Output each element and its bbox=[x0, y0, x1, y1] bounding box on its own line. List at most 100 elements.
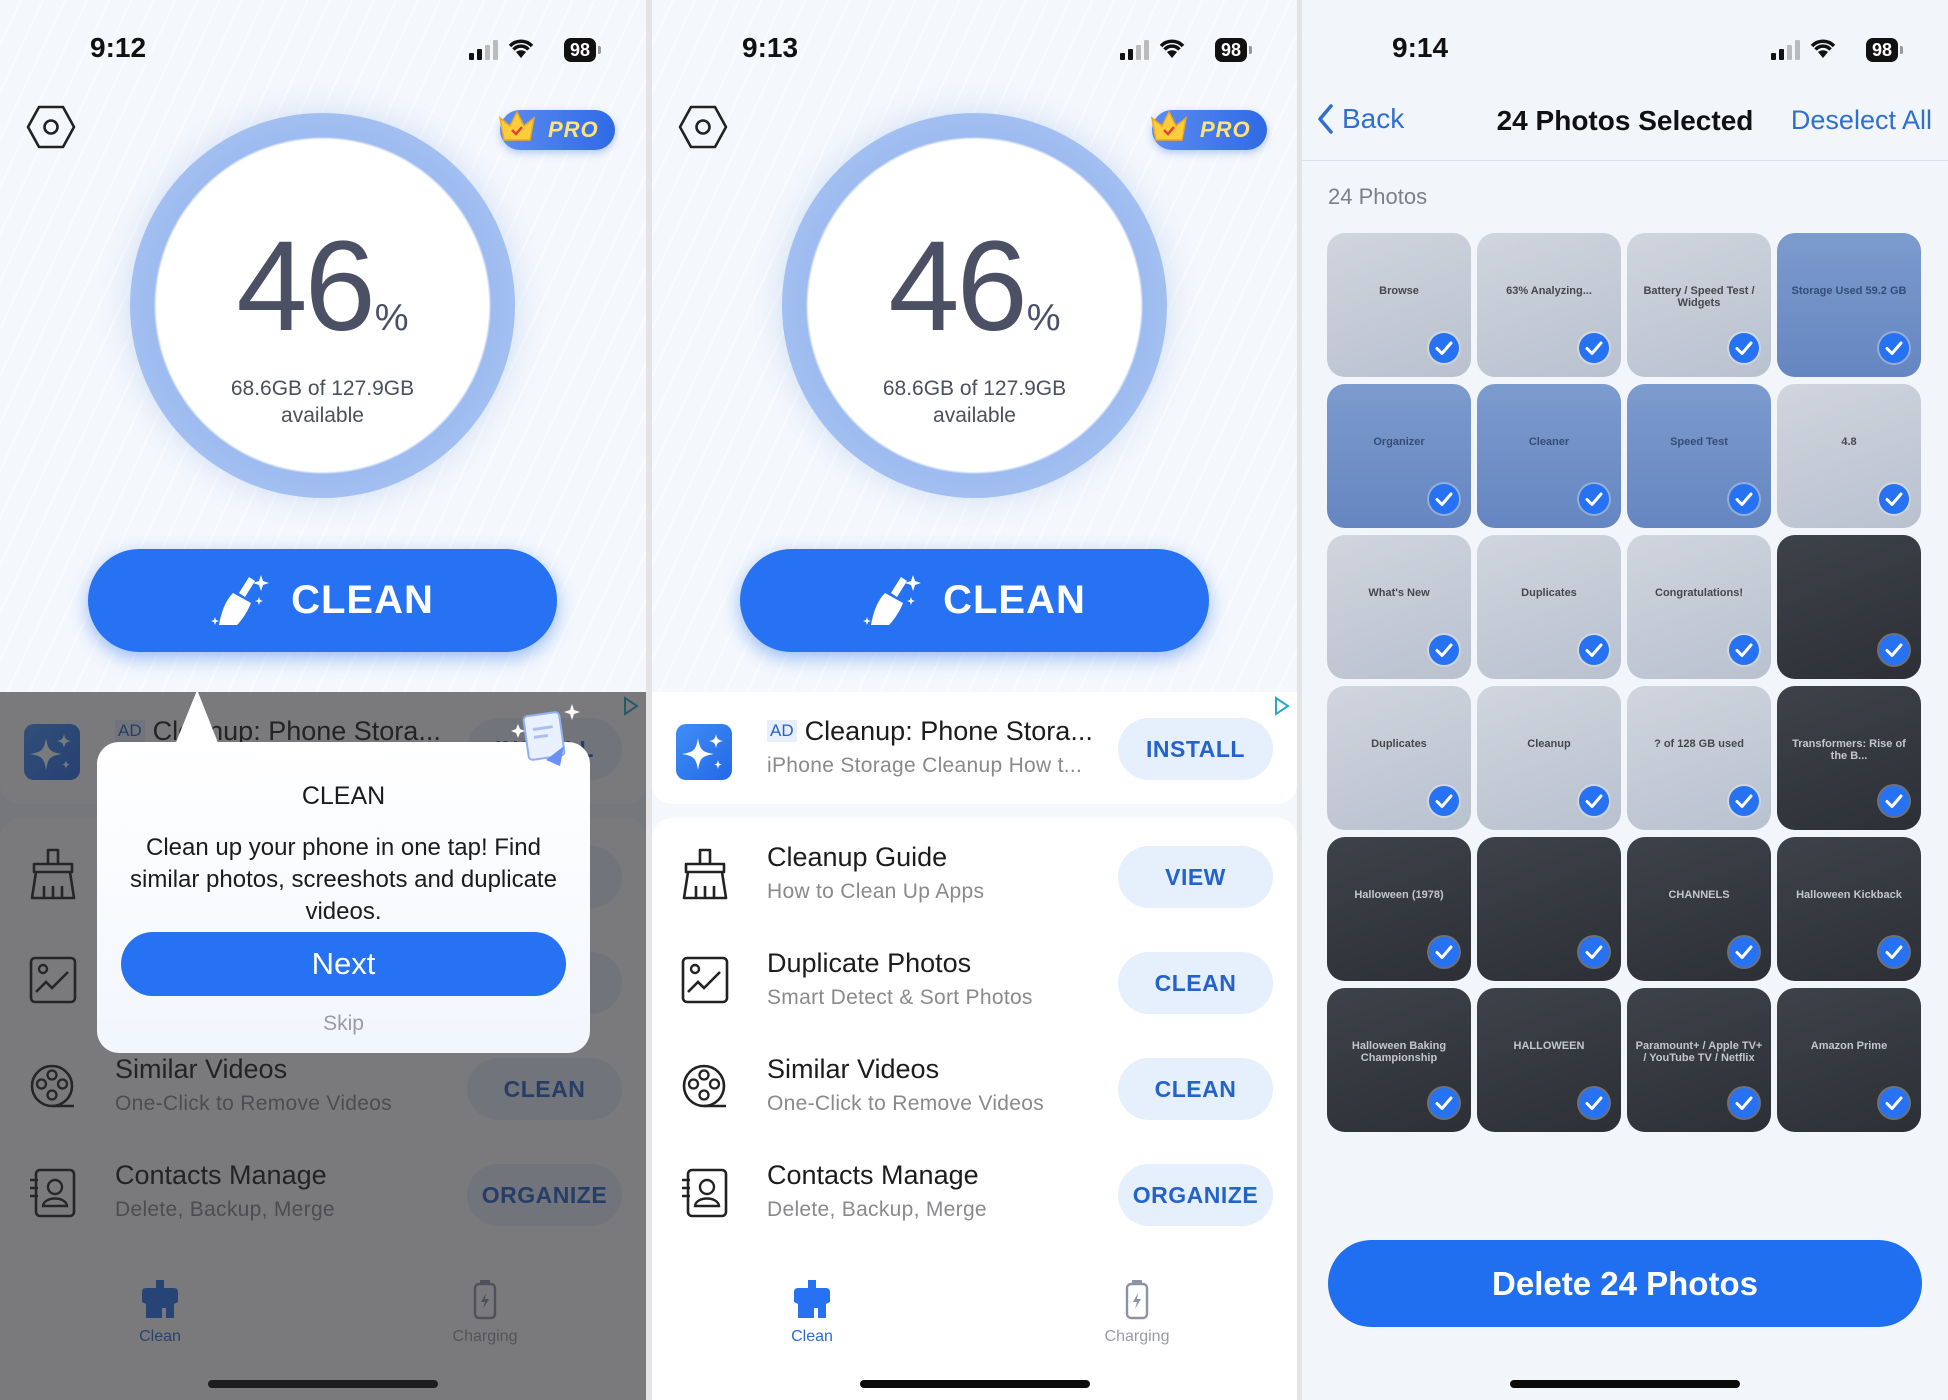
film-reel-icon bbox=[678, 1058, 732, 1114]
photo-thumbnail[interactable]: 4.8 bbox=[1777, 384, 1921, 528]
feature-row[interactable]: Cleanup Guide How to Clean Up Apps VIEW bbox=[652, 824, 1297, 924]
crown-icon bbox=[1150, 110, 1188, 141]
photo-thumbnail[interactable]: HALLOWEEN bbox=[1477, 988, 1621, 1132]
storage-detail-amount: 68.6GB of 127.9GB bbox=[230, 377, 415, 400]
clean-button-label: CLEAN bbox=[291, 578, 434, 622]
checkmark-icon[interactable] bbox=[1729, 786, 1759, 816]
feature-action-button[interactable]: CLEAN bbox=[1118, 952, 1273, 1014]
install-button[interactable]: INSTALL bbox=[1118, 718, 1273, 780]
checkmark-icon[interactable] bbox=[1729, 1088, 1759, 1118]
checkmark-icon[interactable] bbox=[1429, 484, 1459, 514]
settings-icon[interactable] bbox=[26, 104, 76, 150]
photo-thumbnail[interactable]: Duplicates bbox=[1477, 535, 1621, 679]
checkmark-icon[interactable] bbox=[1879, 333, 1909, 363]
clean-button[interactable]: CLEAN bbox=[740, 549, 1209, 652]
photo-thumbnail[interactable]: CHANNELS bbox=[1627, 837, 1771, 981]
feature-subtitle: One-Click to Remove Videos bbox=[767, 1092, 1045, 1115]
checkmark-icon[interactable] bbox=[1579, 1088, 1609, 1118]
storage-percent: 46% bbox=[782, 213, 1167, 360]
home-indicator bbox=[1510, 1380, 1740, 1388]
checkmark-icon[interactable] bbox=[1429, 937, 1459, 967]
photo-thumbnail[interactable]: Duplicates bbox=[1327, 686, 1471, 830]
checkmark-icon[interactable] bbox=[1429, 786, 1459, 816]
checkmark-icon[interactable] bbox=[1579, 333, 1609, 363]
status-bar: 9:12 98 bbox=[0, 28, 646, 68]
checkmark-icon[interactable] bbox=[1579, 937, 1609, 967]
checkmark-icon[interactable] bbox=[1729, 635, 1759, 665]
feature-subtitle: How to Clean Up Apps bbox=[767, 880, 985, 903]
checkmark-icon[interactable] bbox=[1879, 484, 1909, 514]
deselect-all-button[interactable]: Deselect All bbox=[1791, 105, 1932, 136]
delete-photos-button[interactable]: Delete 24 Photos bbox=[1328, 1240, 1922, 1327]
photo-thumbnail[interactable]: Organizer bbox=[1327, 384, 1471, 528]
photo-thumbnail[interactable]: Paramount+ / Apple TV+ / YouTube TV / Ne… bbox=[1627, 988, 1771, 1132]
checkmark-icon[interactable] bbox=[1729, 333, 1759, 363]
checkmark-icon[interactable] bbox=[1879, 937, 1909, 967]
storage-detail-available: available bbox=[281, 404, 364, 427]
photo-thumbnail[interactable]: Congratulations! bbox=[1627, 535, 1771, 679]
checkmark-icon[interactable] bbox=[1729, 484, 1759, 514]
photo-thumbnail[interactable]: Battery / Speed Test / Widgets bbox=[1627, 233, 1771, 377]
storage-detail: 68.6GB of 127.9GB available bbox=[782, 375, 1167, 429]
clean-button[interactable]: CLEAN bbox=[88, 549, 557, 652]
battery-charging-icon bbox=[1125, 1280, 1149, 1320]
storage-gauge: 46% 68.6GB of 127.9GB available bbox=[130, 113, 515, 498]
photo-thumbnail[interactable]: Cleaner bbox=[1477, 384, 1621, 528]
photo-count-label: 24 Photos bbox=[1328, 184, 1428, 209]
status-bar: 9:13 98 bbox=[652, 28, 1297, 68]
pro-label: PRO bbox=[548, 117, 599, 142]
photo-thumbnail[interactable]: Amazon Prime bbox=[1777, 988, 1921, 1132]
checkmark-icon[interactable] bbox=[1429, 333, 1459, 363]
photo-thumbnail[interactable]: Browse bbox=[1327, 233, 1471, 377]
cellular-signal-icon bbox=[1771, 40, 1800, 60]
photo-thumbnail[interactable]: Halloween Baking Championship bbox=[1327, 988, 1471, 1132]
checkmark-icon[interactable] bbox=[1729, 937, 1759, 967]
ad-row[interactable]: AD Cleanup: Phone Stora... iPhone Storage … bbox=[652, 692, 1297, 792]
checkmark-icon[interactable] bbox=[1579, 786, 1609, 816]
photo-thumbnail[interactable]: What's New bbox=[1327, 535, 1471, 679]
feature-row[interactable]: Duplicate Photos Smart Detect & Sort Phot… bbox=[652, 930, 1297, 1030]
photo-thumbnail[interactable]: ? of 128 GB used bbox=[1627, 686, 1771, 830]
photo-thumbnail[interactable]: Cleanup bbox=[1477, 686, 1621, 830]
clean-tab-icon bbox=[794, 1280, 830, 1318]
pro-badge[interactable]: PRO bbox=[498, 110, 615, 150]
feature-title: Cleanup Guide bbox=[767, 842, 948, 872]
photo-thumbnail[interactable]: 63% Analyzing... bbox=[1477, 233, 1621, 377]
checkmark-icon[interactable] bbox=[1429, 635, 1459, 665]
photo-thumbnail[interactable]: Transformers: Rise of the B... bbox=[1777, 686, 1921, 830]
wifi-icon bbox=[1159, 39, 1185, 58]
feature-action-button[interactable]: VIEW bbox=[1118, 846, 1273, 908]
storage-detail-amount: 68.6GB of 127.9GB bbox=[882, 377, 1067, 400]
photo-thumbnail[interactable] bbox=[1777, 535, 1921, 679]
storage-gauge: 46% 68.6GB of 127.9GB available bbox=[782, 113, 1167, 498]
checkmark-icon[interactable] bbox=[1579, 635, 1609, 665]
battery-indicator: 98 bbox=[563, 38, 602, 62]
feature-action-button[interactable]: ORGANIZE bbox=[1118, 1164, 1273, 1226]
ad-subtitle: iPhone Storage Cleanup How t... bbox=[767, 754, 1083, 777]
crown-icon bbox=[498, 110, 536, 141]
photo-icon bbox=[678, 952, 732, 1008]
wifi-icon bbox=[1810, 39, 1836, 58]
checkmark-icon[interactable] bbox=[1879, 1088, 1909, 1118]
photo-thumbnail[interactable] bbox=[1477, 837, 1621, 981]
tab-charging[interactable]: Charging bbox=[1067, 1278, 1207, 1346]
feature-row[interactable]: Contacts Manage Delete, Backup, Merge ORGA… bbox=[652, 1142, 1297, 1242]
next-button[interactable]: Next bbox=[121, 932, 566, 996]
photo-thumbnail[interactable]: Halloween Kickback bbox=[1777, 837, 1921, 981]
checkmark-icon[interactable] bbox=[1879, 786, 1909, 816]
settings-icon[interactable] bbox=[678, 104, 728, 150]
photo-thumbnail[interactable]: Speed Test bbox=[1627, 384, 1771, 528]
feature-action-button[interactable]: CLEAN bbox=[1118, 1058, 1273, 1120]
feature-row[interactable]: Similar Videos One-Click to Remove Videos… bbox=[652, 1036, 1297, 1136]
photo-thumbnail[interactable]: Storage Used 59.2 GB bbox=[1777, 233, 1921, 377]
cellular-signal-icon bbox=[1120, 40, 1149, 60]
tab-clean[interactable]: Clean bbox=[742, 1278, 882, 1346]
feature-list: Cleanup Guide How to Clean Up Apps VIEW Dup… bbox=[652, 818, 1297, 1238]
photo-thumbnail[interactable]: Halloween (1978) bbox=[1327, 837, 1471, 981]
pro-badge[interactable]: PRO bbox=[1150, 110, 1267, 150]
checkmark-icon[interactable] bbox=[1879, 635, 1909, 665]
checkmark-icon[interactable] bbox=[1579, 484, 1609, 514]
skip-button[interactable]: Skip bbox=[97, 1012, 590, 1036]
checkmark-icon[interactable] bbox=[1429, 1088, 1459, 1118]
battery-indicator: 98 bbox=[1214, 38, 1253, 62]
